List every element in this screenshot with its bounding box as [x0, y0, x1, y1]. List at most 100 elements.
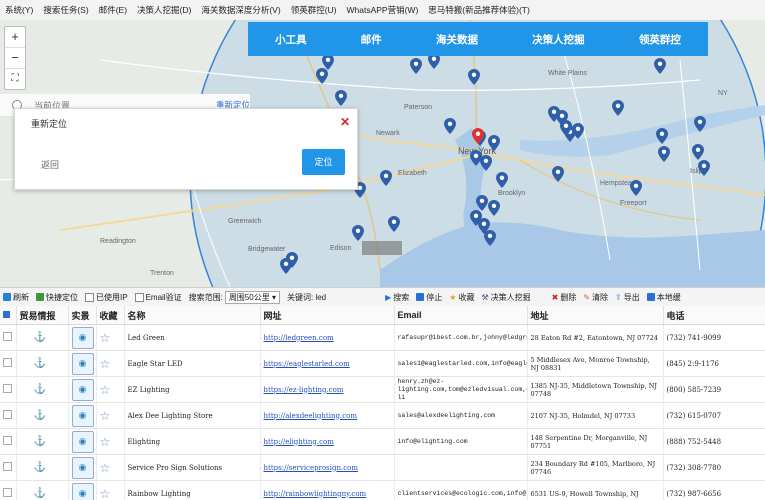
menu-item[interactable]: 系统(Y): [0, 4, 38, 16]
star-icon[interactable]: ☆: [100, 461, 111, 475]
map-marker-icon[interactable]: [444, 118, 456, 134]
menu-item[interactable]: 思马特搬(新品推荐体验)(T): [423, 4, 535, 16]
map-marker-icon[interactable]: [658, 146, 670, 162]
street-view-icon[interactable]: ◉: [71, 456, 94, 479]
zoom-out-button[interactable]: −: [5, 48, 25, 69]
star-icon[interactable]: ☆: [100, 435, 111, 449]
zoom-in-button[interactable]: +: [5, 27, 25, 48]
website-link[interactable]: https://serviceprosign.com: [264, 464, 358, 472]
anchor-icon[interactable]: ⚓: [34, 462, 46, 473]
column-header[interactable]: 贸易情报: [16, 306, 69, 325]
map-marker-icon[interactable]: [654, 58, 666, 74]
menu-item[interactable]: 搜索任务(S): [38, 4, 93, 16]
map-marker-icon[interactable]: [572, 123, 584, 139]
close-icon[interactable]: ✕: [340, 115, 350, 129]
map-view[interactable]: Newark New York Greenwich Readington Bri…: [0, 20, 765, 287]
street-view-icon[interactable]: ◉: [71, 482, 94, 500]
star-icon[interactable]: ☆: [100, 357, 111, 371]
table-row[interactable]: ⚓ ◉ ☆ Led Green http://ledgreen.com rafasupr@…: [0, 324, 765, 351]
column-header[interactable]: 网址: [260, 306, 395, 325]
street-view-icon[interactable]: ◉: [71, 326, 94, 349]
map-marker-icon[interactable]: [496, 172, 508, 188]
map-marker-icon[interactable]: [692, 144, 704, 160]
column-header[interactable]: 名称: [124, 306, 261, 325]
nav-tools[interactable]: 小工具: [275, 32, 307, 47]
row-checkbox[interactable]: [3, 358, 12, 367]
website-link[interactable]: http://rainbowlightingny.com: [264, 490, 367, 498]
nav-linkedin[interactable]: 领英群控: [639, 32, 681, 47]
map-marker-icon[interactable]: [698, 160, 710, 176]
table-row[interactable]: ⚓ ◉ ☆ Alex Dee Lighting Store http://alexdee…: [0, 402, 765, 429]
star-icon[interactable]: ☆: [100, 383, 111, 397]
website-link[interactable]: https://eaglestarled.com: [264, 360, 350, 368]
search-button[interactable]: ▶ 搜索: [385, 292, 409, 303]
map-marker-icon[interactable]: [488, 200, 500, 216]
row-checkbox[interactable]: [3, 410, 12, 419]
website-link[interactable]: http://alexdeelighting.com: [264, 412, 357, 420]
map-marker-icon[interactable]: [335, 90, 347, 106]
map-marker-icon[interactable]: [488, 135, 500, 151]
stop-button[interactable]: 停止: [416, 292, 442, 303]
row-checkbox[interactable]: [3, 436, 12, 445]
menu-item[interactable]: 邮件(E): [94, 4, 132, 16]
column-header[interactable]: 地址: [527, 306, 664, 325]
map-marker-icon[interactable]: [470, 150, 482, 166]
row-checkbox[interactable]: [3, 462, 12, 471]
decision-maker-button[interactable]: ⚒ 决策人挖掘: [481, 292, 530, 303]
anchor-icon[interactable]: ⚓: [34, 488, 46, 499]
street-view-icon[interactable]: ◉: [71, 352, 94, 375]
map-marker-icon[interactable]: [380, 170, 392, 186]
row-checkbox[interactable]: [3, 488, 12, 497]
refresh-button[interactable]: 刷新: [3, 292, 29, 303]
anchor-icon[interactable]: ⚓: [34, 358, 46, 369]
table-row[interactable]: ⚓ ◉ ☆ Elighting http://elighting.com info@eli…: [0, 428, 765, 455]
search-range-select[interactable]: 周围50公里 ▾: [224, 290, 280, 304]
anchor-icon[interactable]: ⚓: [34, 410, 46, 421]
export-button[interactable]: ⇪ 导出: [615, 292, 640, 303]
anchor-icon[interactable]: ⚓: [34, 436, 46, 447]
anchor-icon[interactable]: ⚓: [34, 384, 46, 395]
nav-customs[interactable]: 海关数据: [436, 32, 478, 47]
fullscreen-icon[interactable]: ⛶: [5, 69, 25, 89]
street-view-icon[interactable]: ◉: [71, 378, 94, 401]
map-marker-icon[interactable]: [560, 120, 572, 136]
star-icon[interactable]: ☆: [100, 487, 111, 500]
email-verify-checkbox[interactable]: Email验证: [134, 292, 182, 303]
map-marker-icon[interactable]: [552, 166, 564, 182]
delete-button[interactable]: ✖ 删除: [552, 292, 577, 303]
table-row[interactable]: ⚓ ◉ ☆ Rainbow Lighting http://rainbowlightin…: [0, 480, 765, 500]
column-header[interactable]: Email: [394, 306, 528, 325]
clear-button[interactable]: ✎ 清除: [583, 292, 608, 303]
nav-decision-maker[interactable]: 决策人挖掘: [532, 32, 585, 47]
cancel-button[interactable]: 返回: [41, 158, 59, 171]
anchor-icon[interactable]: ⚓: [34, 332, 46, 343]
street-view-icon[interactable]: ◉: [71, 404, 94, 427]
map-marker-icon[interactable]: [484, 230, 496, 246]
row-checkbox[interactable]: [3, 332, 12, 341]
map-marker-icon[interactable]: [476, 195, 488, 211]
map-marker-icon[interactable]: [388, 216, 400, 232]
favorite-button[interactable]: ★ 收藏: [449, 292, 474, 303]
menu-item[interactable]: WhatsAPP营销(W): [342, 4, 424, 16]
column-header[interactable]: 实景: [68, 306, 97, 325]
map-marker-icon[interactable]: [656, 128, 668, 144]
quick-locate-button[interactable]: 快捷定位: [36, 292, 78, 303]
map-marker-icon[interactable]: [316, 68, 328, 84]
map-marker-icon[interactable]: [468, 69, 480, 85]
map-marker-icon[interactable]: [286, 252, 298, 268]
table-row[interactable]: ⚓ ◉ ☆ EZ Lighting https://ez-lighting.com hen…: [0, 376, 765, 403]
row-checkbox[interactable]: [3, 384, 12, 393]
table-row[interactable]: ⚓ ◉ ☆ Eagle Star LED https://eaglestarled.co…: [0, 350, 765, 377]
website-link[interactable]: http://ledgreen.com: [264, 334, 334, 342]
map-marker-icon[interactable]: [630, 180, 642, 196]
local-cache-button[interactable]: 本地缓: [646, 292, 681, 303]
map-marker-icon[interactable]: [352, 225, 364, 241]
star-icon[interactable]: ☆: [100, 409, 111, 423]
used-ip-checkbox[interactable]: 已使用IP: [85, 292, 128, 303]
street-view-icon[interactable]: ◉: [71, 430, 94, 453]
nav-email[interactable]: 邮件: [361, 32, 382, 47]
keyword-value[interactable]: led: [315, 293, 326, 302]
column-header[interactable]: 电话: [663, 306, 765, 325]
locate-button[interactable]: 定位: [302, 149, 345, 175]
website-link[interactable]: http://elighting.com: [264, 438, 334, 446]
